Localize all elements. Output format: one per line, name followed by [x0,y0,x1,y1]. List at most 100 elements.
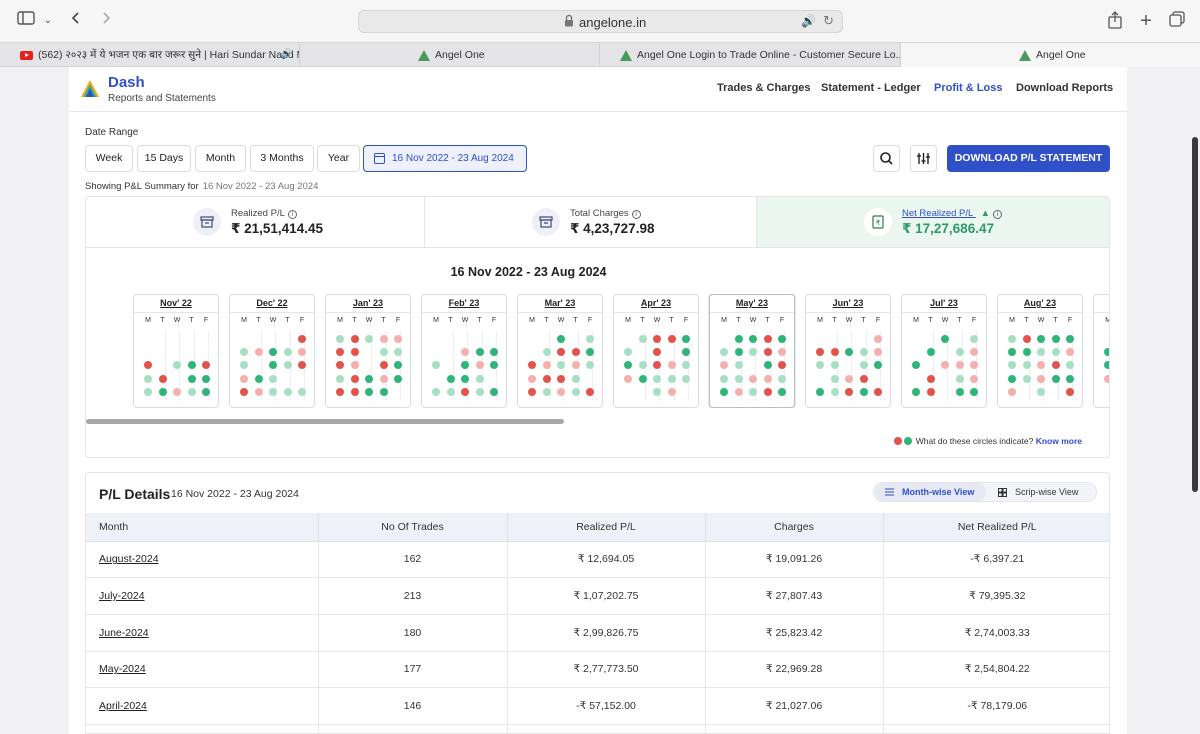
calendar-month-card[interactable]: May' 23 M T W T F [709,294,795,408]
day-pl-dot[interactable] [240,348,248,357]
day-pl-dot[interactable] [845,374,853,383]
day-pl-dot[interactable] [446,387,455,396]
download-pl-statement-button[interactable]: DOWNLOAD P/L STATEMENT [947,145,1110,172]
day-pl-dot[interactable] [1008,374,1016,383]
day-pl-dot[interactable] [173,387,181,396]
day-pl-dot[interactable] [365,335,373,343]
day-pl-dot[interactable] [475,348,484,357]
day-pl-dot[interactable] [571,387,580,396]
tab-overview-icon[interactable] [1167,11,1187,31]
app-title[interactable]: Dash [108,74,145,91]
day-pl-dot[interactable] [1066,374,1074,383]
calendar-month-card[interactable]: Jan' 23 M T W T F [325,294,411,408]
month-link[interactable] [86,724,319,733]
speaker-icon[interactable]: 🔊 [281,43,293,67]
day-pl-dot[interactable] [1051,348,1060,357]
day-pl-dot[interactable] [874,335,882,343]
month-link[interactable]: June-2024 [86,614,319,652]
day-pl-dot[interactable] [202,374,210,383]
day-pl-dot[interactable] [158,387,167,396]
day-pl-dot[interactable] [350,361,359,370]
day-pl-dot[interactable] [638,361,647,370]
day-pl-dot[interactable] [749,387,757,396]
trades-count-link[interactable]: 177 [318,651,508,689]
info-icon[interactable]: i [287,210,297,219]
day-pl-dot[interactable] [144,374,152,383]
day-pl-dot[interactable] [283,348,292,357]
info-icon[interactable]: i [992,210,1002,219]
calendar-month-name[interactable]: Sep' 23 [1094,298,1109,308]
day-pl-dot[interactable] [571,348,580,357]
col-realized[interactable]: Realized P/L [507,513,706,542]
forward-icon[interactable] [96,11,116,31]
calendar-month-name[interactable]: Jul' 23 [902,298,986,308]
day-pl-dot[interactable] [379,348,388,357]
day-pl-dot[interactable] [1037,374,1045,383]
day-pl-dot[interactable] [1051,361,1060,370]
day-pl-dot[interactable] [542,374,551,383]
day-pl-dot[interactable] [336,387,344,396]
day-pl-dot[interactable] [638,374,647,383]
day-pl-dot[interactable] [778,387,786,396]
day-pl-dot[interactable] [926,387,935,396]
day-pl-dot[interactable] [187,387,196,396]
day-pl-dot[interactable] [667,387,676,396]
day-pl-dot[interactable] [1037,387,1045,396]
calendar-month-name[interactable]: Apr' 23 [614,298,698,308]
day-pl-dot[interactable] [240,387,248,396]
day-pl-dot[interactable] [624,374,632,383]
day-pl-dot[interactable] [624,348,632,357]
day-pl-dot[interactable] [298,335,306,343]
day-pl-dot[interactable] [763,348,772,357]
calendar-month-card[interactable]: Mar' 23 M T W T F [517,294,603,408]
day-pl-dot[interactable] [475,361,484,370]
day-pl-dot[interactable] [202,387,210,396]
new-tab-icon[interactable]: + [1136,11,1156,31]
day-pl-dot[interactable] [542,348,551,357]
day-pl-dot[interactable] [461,387,469,396]
day-pl-dot[interactable] [350,387,359,396]
day-pl-dot[interactable] [283,387,292,396]
month-link[interactable]: May-2024 [86,651,319,689]
chevron-down-icon[interactable]: ⌄ [38,11,58,31]
day-pl-dot[interactable] [379,374,388,383]
day-pl-dot[interactable] [1051,335,1060,343]
day-pl-dot[interactable] [763,335,772,343]
day-pl-dot[interactable] [350,335,359,343]
day-pl-dot[interactable] [1037,335,1045,343]
know-more-link[interactable]: Know more [1036,436,1082,446]
trades-count-link[interactable]: 180 [318,614,508,652]
day-pl-dot[interactable] [830,374,839,383]
col-charges[interactable]: Charges [705,513,884,542]
share-icon[interactable] [1105,11,1125,31]
day-pl-dot[interactable] [432,361,440,370]
day-pl-dot[interactable] [720,387,728,396]
day-pl-dot[interactable] [571,374,580,383]
day-pl-dot[interactable] [254,374,263,383]
day-pl-dot[interactable] [653,374,661,383]
monthly-calendar-strip[interactable]: Nov' 22 M T W T F Dec' 22 M T W T F Jan' 23 M T W T F Feb'… [133,294,1109,408]
filter-button[interactable] [910,145,937,172]
tab-youtube[interactable]: (562) २०२३ में ये भजन एक बार जरूर सुने |… [0,43,300,67]
day-pl-dot[interactable] [144,387,152,396]
calendar-month-card[interactable]: Jul' 23 M T W T F [901,294,987,408]
day-pl-dot[interactable] [528,361,536,370]
day-pl-dot[interactable] [187,361,196,370]
day-pl-dot[interactable] [859,387,868,396]
calendar-month-card[interactable]: Aug' 23 M T W T F [997,294,1083,408]
custom-date-range-button[interactable]: 16 Nov 2022 - 23 Aug 2024 [363,145,527,172]
day-pl-dot[interactable] [1008,348,1016,357]
day-pl-dot[interactable] [1104,361,1109,370]
day-pl-dot[interactable] [734,335,743,343]
day-pl-dot[interactable] [254,387,263,396]
day-pl-dot[interactable] [557,387,565,396]
day-pl-dot[interactable] [1008,361,1016,370]
day-pl-dot[interactable] [720,374,728,383]
day-pl-dot[interactable] [542,361,551,370]
range-15days-button[interactable]: 15 Days [137,145,191,172]
day-pl-dot[interactable] [1066,387,1074,396]
day-pl-dot[interactable] [158,374,167,383]
day-pl-dot[interactable] [394,335,402,343]
calendar-month-name[interactable]: May' 23 [710,298,794,308]
day-pl-dot[interactable] [763,374,772,383]
